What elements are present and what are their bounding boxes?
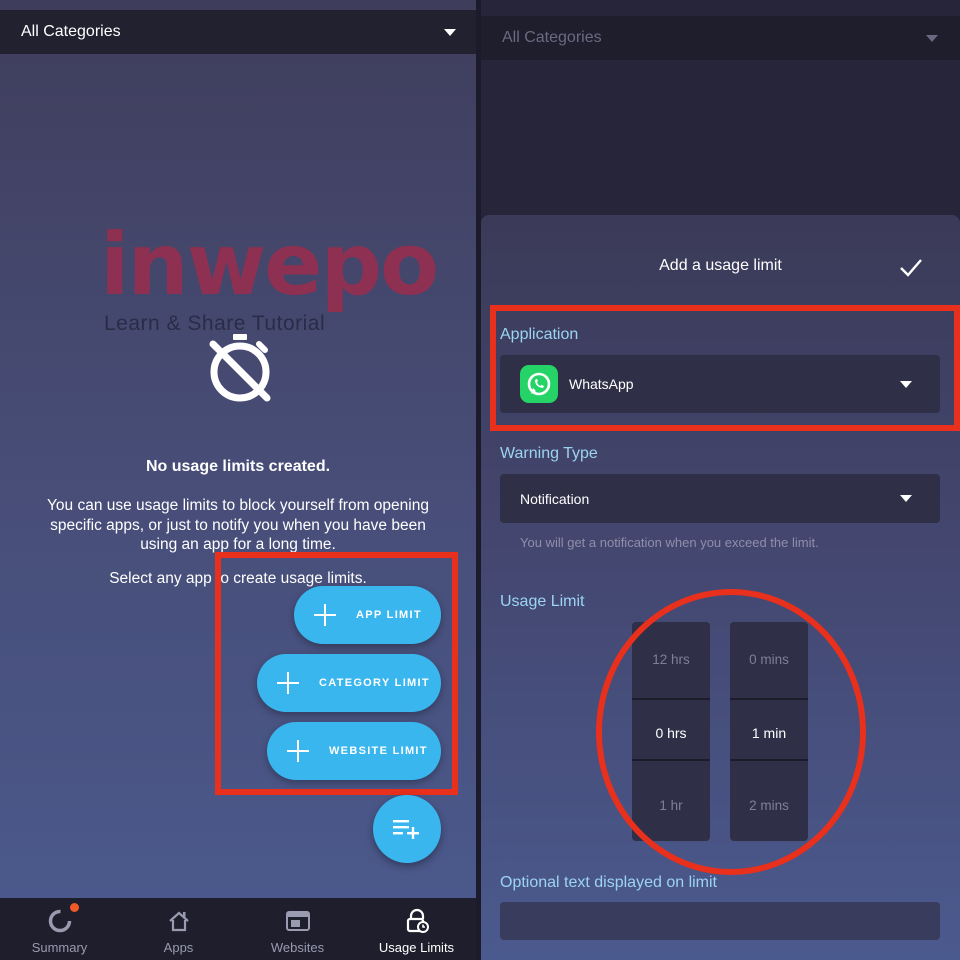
warning-type-helper: You will get a notification when you exc…: [520, 535, 819, 550]
dropdown-arrow-icon: [926, 34, 938, 42]
watermark-main-text: inwepo: [100, 215, 439, 315]
warning-type-value: Notification: [520, 490, 590, 507]
watermark-logo: inwepo Learn & Share Tutorial: [100, 222, 440, 337]
confirm-check-icon[interactable]: [899, 255, 923, 279]
warning-type-label: Warning Type: [500, 445, 598, 462]
empty-state-title: No usage limits created.: [145, 458, 331, 475]
nav-websites-label: Websites: [270, 940, 325, 955]
add-usage-limit-screen: All Categories Add a usage limit Applica…: [481, 0, 960, 960]
nav-websites[interactable]: Websites: [238, 898, 357, 960]
nav-apps-label: Apps: [163, 940, 194, 955]
nav-usage-limits[interactable]: Usage Limits: [357, 898, 476, 960]
category-dropdown-label: All Categories: [502, 29, 602, 46]
lock-clock-icon: [406, 908, 429, 933]
empty-state-description: You can use usage limits to block yourse…: [47, 497, 429, 553]
category-dropdown[interactable]: All Categories: [0, 10, 476, 54]
nav-usage-limits-label: Usage Limits: [378, 940, 455, 955]
category-dropdown-label: All Categories: [21, 23, 121, 40]
add-usage-limit-dialog: Add a usage limit Application WhatsApp W…: [481, 215, 960, 960]
dropdown-arrow-icon: [900, 495, 912, 502]
timer-off-icon: [209, 334, 271, 402]
nav-summary[interactable]: Summary: [0, 898, 119, 960]
warning-type-select[interactable]: Notification: [500, 474, 940, 523]
highlight-circle-usage-limit: [596, 589, 866, 875]
highlight-box-actions: [215, 552, 458, 795]
dropdown-arrow-icon: [444, 28, 456, 36]
highlight-box-application: [490, 305, 960, 431]
status-strip: [0, 0, 476, 10]
add-limit-fab[interactable]: [373, 795, 441, 863]
optional-text-label: Optional text displayed on limit: [500, 874, 717, 891]
home-icon: [168, 911, 189, 932]
nav-summary-label: Summary: [31, 940, 88, 955]
optional-text-input[interactable]: [500, 902, 940, 940]
bottom-navigation: Summary Apps Websites Usage Limits: [0, 898, 476, 960]
category-dropdown-dimmed: All Categories: [481, 16, 960, 60]
playlist-add-icon: [393, 820, 419, 839]
usage-limits-screen: All Categories inwepo Learn & Share Tuto…: [0, 0, 476, 960]
nav-apps[interactable]: Apps: [119, 898, 238, 960]
notification-dot: [70, 903, 79, 912]
usage-limit-label: Usage Limit: [500, 593, 585, 610]
donut-chart-icon: [48, 909, 71, 933]
dialog-title: Add a usage limit: [659, 257, 782, 274]
browser-window-icon: [285, 911, 310, 931]
